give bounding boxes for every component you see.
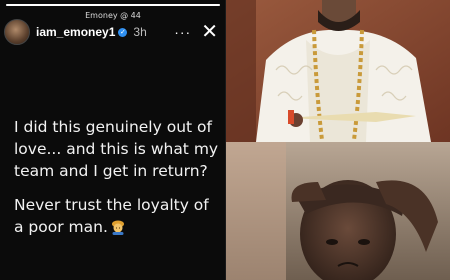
- more-options-icon[interactable]: ···: [174, 24, 191, 40]
- bottom-photo: [226, 142, 450, 280]
- caption-line-1: I did this genuinely out of love... and …: [14, 118, 219, 180]
- story-timestamp: 3h: [133, 25, 147, 39]
- story-header: iam_emoney1 ✓ 3h ··· ✕: [4, 18, 222, 46]
- story-username[interactable]: iam_emoney1: [36, 25, 115, 39]
- close-icon[interactable]: ✕: [201, 22, 218, 42]
- man-with-turban-emoji-icon: [111, 220, 124, 235]
- top-photo-illustration: [226, 0, 450, 142]
- top-photo: [226, 0, 450, 142]
- story-progress-bar: [6, 4, 220, 6]
- instagram-story-panel: Emoney @ 44 iam_emoney1 ✓ 3h ··· ✕ I did…: [0, 0, 226, 280]
- story-caption: I did this genuinely out of love... and …: [14, 116, 219, 250]
- story-progress-fill: [6, 4, 220, 6]
- bottom-photo-illustration: [226, 142, 450, 280]
- profile-avatar[interactable]: [4, 19, 30, 45]
- caption-line-2: Never trust the loyalty of a poor man.: [14, 194, 219, 238]
- verified-badge-icon: ✓: [118, 27, 128, 37]
